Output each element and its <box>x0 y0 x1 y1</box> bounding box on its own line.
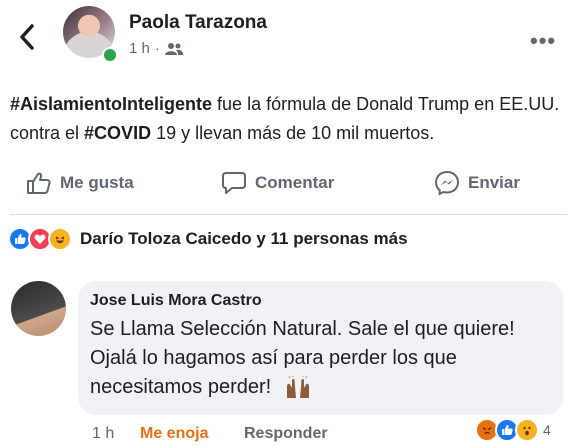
comment-reactions[interactable]: 4 <box>475 418 551 442</box>
divider <box>10 214 567 215</box>
commenter-avatar[interactable] <box>11 281 66 336</box>
messenger-icon <box>434 170 460 196</box>
hashtag-link[interactable]: #COVID <box>84 123 151 143</box>
comment-author-name[interactable]: Jose Luis Mora Castro <box>90 292 262 310</box>
comment-reaction-button[interactable]: Me enoja <box>140 425 208 443</box>
comment-reaction-count: 4 <box>543 422 551 438</box>
reactions-summary[interactable]: Darío Toloza Caicedo y 11 personas más <box>8 227 408 251</box>
online-status-dot <box>102 47 118 63</box>
comment-text: Se Llama Selección Natural. Sale el que … <box>90 318 515 398</box>
comment-label: Comentar <box>255 173 335 192</box>
post-time[interactable]: 1 h <box>129 40 150 57</box>
hashtag-link[interactable]: #AislamientoInteligente <box>10 94 212 114</box>
friends-icon <box>164 42 183 55</box>
comment-time[interactable]: 1 h <box>92 425 114 443</box>
reactions-summary-text: Darío Toloza Caicedo y 11 personas más <box>80 229 408 248</box>
like-label: Me gusta <box>60 173 134 192</box>
reply-button[interactable]: Responder <box>244 425 328 443</box>
back-button[interactable] <box>14 22 40 52</box>
post-author-name[interactable]: Paola Tarazona <box>129 12 267 34</box>
haha-reaction-icon <box>48 227 72 251</box>
send-label: Enviar <box>468 173 520 192</box>
chevron-left-icon <box>20 24 34 50</box>
comment-icon <box>222 172 246 194</box>
like-button[interactable]: Me gusta <box>26 169 134 197</box>
post-text: #AislamientoInteligente fue la fórmula d… <box>10 94 560 143</box>
post-meta: 1 h · <box>129 40 183 57</box>
send-button[interactable]: Enviar <box>434 169 520 197</box>
thumbs-up-icon <box>27 172 51 194</box>
more-options-icon[interactable]: ••• <box>530 28 556 54</box>
comment-button[interactable]: Comentar <box>221 169 334 197</box>
wow-reaction-icon <box>515 418 539 442</box>
raising-hands-icon <box>286 375 309 398</box>
